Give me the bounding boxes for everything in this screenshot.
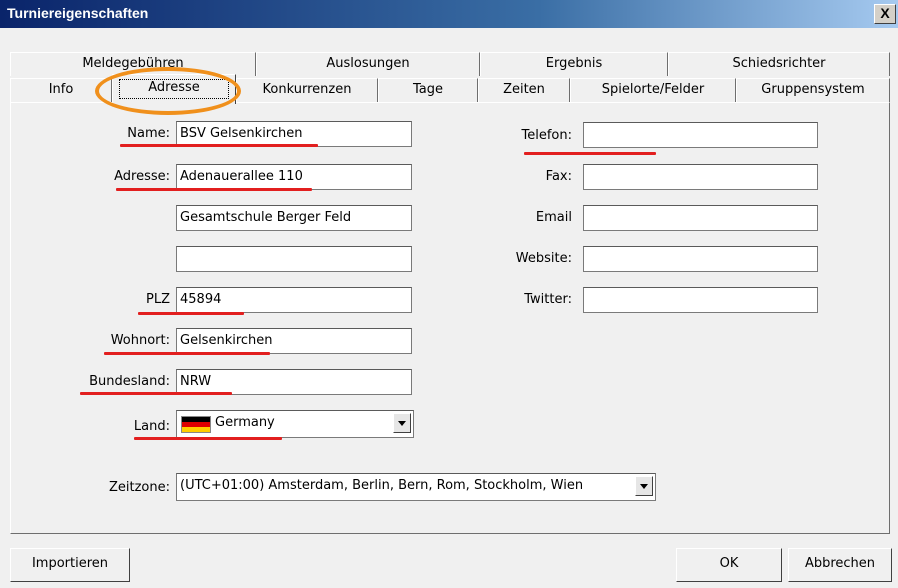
tournament-properties-dialog: Turniereigenschaften X Meldegebühren Aus… — [0, 0, 898, 588]
city-field[interactable]: Gelsenkirchen — [176, 328, 412, 354]
fax-field[interactable] — [583, 164, 818, 190]
website-label: Website: — [515, 251, 572, 266]
tab-auslosungen[interactable]: Auslosungen — [256, 52, 480, 76]
address-line1-field[interactable]: Adenauerallee 110 — [176, 164, 412, 190]
email-label: Email — [535, 210, 572, 225]
window-title: Turniereigenschaften — [7, 5, 149, 21]
phone-label: Telefon: — [521, 128, 573, 143]
annotation-underline — [138, 312, 244, 315]
fax-label: Fax: — [545, 169, 572, 184]
state-label: Bundesland: — [89, 374, 170, 389]
annotation-circle — [95, 67, 241, 115]
email-field[interactable] — [583, 205, 818, 231]
country-label: Land: — [133, 419, 170, 434]
tab-gruppensystem[interactable]: Gruppensystem — [736, 78, 890, 102]
tab-spielorte-felder[interactable]: Spielorte/Felder — [570, 78, 736, 102]
tab-ergebnis[interactable]: Ergebnis — [480, 52, 668, 76]
close-button[interactable]: X — [874, 4, 896, 24]
twitter-label: Twitter: — [524, 292, 572, 307]
germany-flag-icon — [181, 416, 211, 433]
import-button[interactable]: Importieren — [10, 548, 130, 582]
plz-field[interactable]: 45894 — [176, 287, 412, 313]
tab-zeiten[interactable]: Zeiten — [478, 78, 570, 102]
title-bar: Turniereigenschaften X — [0, 0, 898, 28]
annotation-underline — [120, 144, 318, 147]
tab-tage[interactable]: Tage — [378, 78, 478, 102]
annotation-underline — [80, 392, 232, 395]
annotation-underline — [104, 352, 270, 355]
country-select[interactable]: Germany — [176, 410, 414, 438]
plz-label: PLZ — [146, 292, 170, 307]
address-label: Adresse: — [114, 169, 170, 184]
website-field[interactable] — [583, 246, 818, 272]
chevron-down-icon[interactable] — [635, 476, 653, 496]
tab-schiedsrichter[interactable]: Schiedsrichter — [668, 52, 890, 76]
timezone-select[interactable]: (UTC+01:00) Amsterdam, Berlin, Bern, Rom… — [176, 473, 656, 501]
address-line2-field[interactable]: Gesamtschule Berger Feld — [176, 205, 412, 231]
annotation-underline — [524, 152, 656, 155]
cancel-button[interactable]: Abbrechen — [788, 548, 892, 582]
timezone-value: (UTC+01:00) Amsterdam, Berlin, Bern, Rom… — [180, 478, 584, 493]
tab-konkurrenzen[interactable]: Konkurrenzen — [236, 78, 378, 102]
annotation-underline — [116, 188, 312, 191]
city-label: Wohnort: — [110, 333, 170, 348]
chevron-down-icon[interactable] — [393, 413, 411, 433]
country-value: Germany — [215, 415, 275, 430]
phone-field[interactable] — [583, 122, 818, 148]
ok-button[interactable]: OK — [676, 548, 782, 582]
annotation-underline — [134, 437, 282, 440]
address-line3-field[interactable] — [176, 246, 412, 272]
timezone-label: Zeitzone: — [108, 480, 170, 495]
twitter-field[interactable] — [583, 287, 818, 313]
name-label: Name: — [127, 126, 170, 141]
